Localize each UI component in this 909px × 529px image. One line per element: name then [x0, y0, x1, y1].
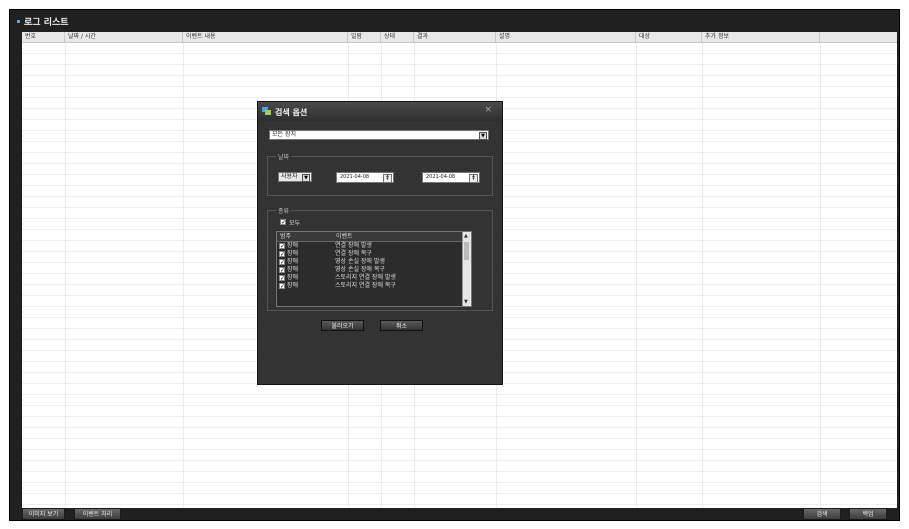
cancel-button[interactable]: 취소 — [380, 320, 423, 331]
checkbox-icon[interactable]: ✓ — [279, 243, 285, 250]
date-group-legend: 날짜 — [276, 152, 292, 161]
event-category: 장애 — [287, 282, 299, 289]
process-event-button[interactable]: 이벤트 처리 — [74, 508, 121, 520]
col-header-event[interactable]: 이벤트 내용 — [183, 32, 348, 42]
search-options-dialog: 검색 옵션 × 모든 장치 ▼ 날짜 사용자 ▼ 2021-04-08 ▴ ▾ 2… — [257, 101, 503, 385]
panel-title: 로그 리스트 — [24, 18, 69, 28]
event-group-legend: 종류 — [276, 206, 292, 215]
checkbox-icon[interactable]: ✓ — [279, 283, 285, 290]
date-group: 날짜 사용자 ▼ 2021-04-08 ▴ ▾ 2021-04-08 ▴ ▾ — [267, 152, 493, 196]
load-button[interactable]: 불러오기 — [321, 320, 364, 331]
spin-icon[interactable]: ▴ ▾ — [469, 174, 478, 183]
col-header-category[interactable]: 범주 — [277, 232, 334, 241]
list-item[interactable]: ✓ 장애 스토리지 연결 장애 복구 — [277, 282, 463, 290]
dialog-title: 검색 옵션 — [275, 108, 308, 117]
grid-line — [636, 43, 637, 508]
spin-icon[interactable]: ▴ ▾ — [383, 174, 392, 183]
event-name: 스토리지 연결 장애 복구 — [335, 282, 396, 289]
event-name: 스토리지 연결 장애 발생 — [335, 274, 396, 281]
end-date-field[interactable]: 2021-04-08 ▴ ▾ — [422, 172, 480, 183]
all-checkbox[interactable]: ✓ — [280, 219, 286, 226]
event-category: 장애 — [287, 266, 299, 273]
list-item[interactable]: ✓ 장애 연결 장애 발생 — [277, 242, 463, 250]
col-header-extra[interactable]: 추가 정보 — [702, 32, 820, 42]
col-header-datetime[interactable]: 날짜 / 시간 — [65, 32, 183, 42]
device-select[interactable]: 모든 장치 ▼ — [269, 130, 489, 140]
col-header-number[interactable]: 번호 — [22, 32, 65, 42]
grid-line — [183, 43, 184, 508]
start-date-field[interactable]: 2021-04-08 ▴ ▾ — [336, 172, 394, 183]
end-date-value: 2021-04-08 — [426, 174, 456, 180]
title-bullet-icon — [17, 20, 20, 23]
list-item[interactable]: ✓ 장애 연결 장애 복구 — [277, 250, 463, 258]
event-category: 장애 — [287, 274, 299, 281]
event-list-header: 범주 이벤트 — [277, 232, 463, 242]
search-button[interactable]: 검색 — [803, 508, 841, 520]
dropdown-arrow-icon[interactable]: ▼ — [479, 132, 487, 140]
device-select-value: 모든 장치 — [272, 131, 296, 138]
start-date-value: 2021-04-08 — [340, 174, 370, 180]
event-list: 범주 이벤트 ✓ 장애 연결 장애 발생 ✓ 장애 연결 장애 복구 ✓ 장애 … — [276, 231, 472, 307]
event-category: 장애 — [287, 258, 299, 265]
event-category: 장애 — [287, 242, 299, 249]
date-mode-select[interactable]: 사용자 ▼ — [278, 172, 312, 182]
scroll-up-icon[interactable]: ▲ — [464, 233, 468, 239]
col-header-event-name[interactable]: 이벤트 — [333, 232, 464, 241]
event-name: 영상 손실 장애 복구 — [335, 266, 385, 273]
dropdown-arrow-icon[interactable]: ▼ — [302, 174, 310, 182]
event-name: 영상 손실 장애 발생 — [335, 258, 385, 265]
list-item[interactable]: ✓ 장애 스토리지 연결 장애 발생 — [277, 274, 463, 282]
scrollbar-thumb[interactable] — [464, 242, 469, 260]
event-name: 연결 장애 발생 — [335, 242, 372, 249]
scroll-down-icon[interactable]: ▼ — [464, 299, 468, 305]
panel-title-bar: 로그 리스트 — [10, 10, 899, 32]
event-category: 장애 — [287, 250, 299, 257]
col-header-target[interactable]: 대상 — [636, 32, 702, 42]
dialog-title-bar[interactable]: 검색 옵션 × — [258, 102, 502, 121]
col-header-description[interactable]: 설명 — [496, 32, 636, 42]
grid-line — [65, 43, 66, 508]
grid-line — [820, 43, 821, 508]
grid-line — [702, 43, 703, 508]
list-item[interactable]: ✓ 장애 영상 손실 장애 복구 — [277, 266, 463, 274]
view-image-button[interactable]: 이미지 보기 — [22, 508, 65, 520]
list-item[interactable]: ✓ 장애 영상 손실 장애 발생 — [277, 258, 463, 266]
log-table-header: 번호 날짜 / 시간 이벤트 내용 일람 상태 결과 설명 대상 추가 정보 — [22, 32, 897, 43]
footer-bar: 이미지 보기 이벤트 처리 검색 백업 — [10, 508, 899, 520]
col-header-status[interactable]: 상태 — [381, 32, 414, 42]
event-group: 종류 ✓ 모두 범주 이벤트 ✓ 장애 연결 장애 발생 ✓ 장애 연결 장애 … — [267, 206, 493, 311]
checkbox-icon[interactable]: ✓ — [279, 267, 285, 274]
backup-button[interactable]: 백업 — [849, 508, 887, 520]
col-header-result[interactable]: 결과 — [414, 32, 496, 42]
event-list-scrollbar[interactable]: ▲ ▼ — [462, 232, 471, 306]
event-name: 연결 장애 복구 — [335, 250, 372, 257]
search-options-icon — [262, 107, 271, 115]
checkbox-icon[interactable]: ✓ — [279, 259, 285, 266]
close-icon[interactable]: × — [484, 105, 492, 115]
col-header-list[interactable]: 일람 — [348, 32, 381, 42]
all-checkbox-label: 모두 — [289, 220, 301, 227]
date-mode-value: 사용자 — [281, 173, 298, 180]
checkbox-icon[interactable]: ✓ — [279, 275, 285, 282]
checkbox-icon[interactable]: ✓ — [279, 251, 285, 258]
